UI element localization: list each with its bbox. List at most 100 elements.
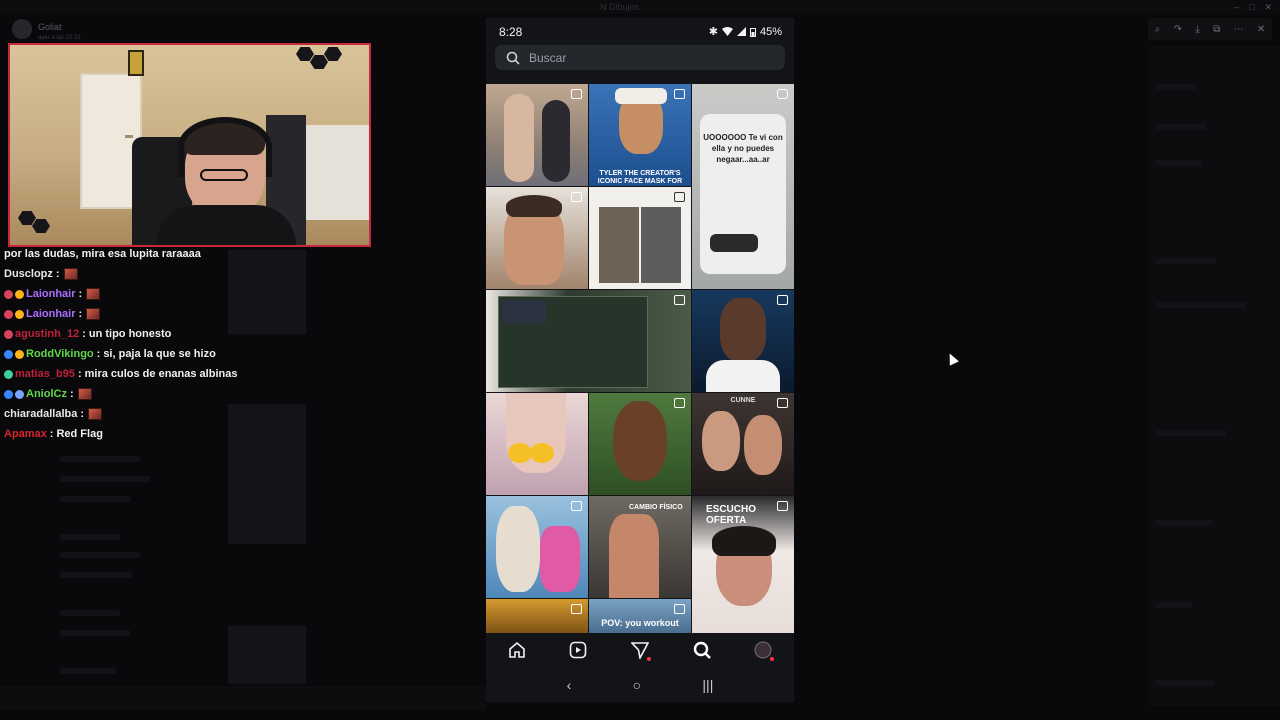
rotate-icon[interactable]: ↷ bbox=[1174, 24, 1182, 35]
chat-message: agustinh_12: un tipo honesto bbox=[4, 324, 334, 344]
multi-post-icon bbox=[571, 89, 582, 99]
explore-tile[interactable]: TYLER THE CREATOR'S ICONIC FACE MASK FOR… bbox=[589, 84, 691, 186]
minimize-icon[interactable]: – bbox=[1234, 2, 1239, 13]
reel-icon bbox=[777, 295, 788, 305]
chat-separator: : bbox=[77, 368, 82, 380]
chat-emote bbox=[63, 268, 78, 280]
download-icon[interactable]: ⤓ bbox=[1195, 24, 1199, 35]
bluetooth-icon: ✱ bbox=[708, 26, 718, 38]
chat-badge-icon[interactable] bbox=[15, 289, 24, 299]
battery-level: 45% bbox=[759, 25, 782, 38]
explore-tile[interactable] bbox=[486, 496, 588, 598]
explore-tile[interactable] bbox=[486, 187, 588, 289]
hex-decoration bbox=[18, 211, 36, 225]
explore-tile[interactable]: CAMBIO FÍSICO bbox=[589, 496, 691, 598]
explore-tile[interactable] bbox=[589, 393, 691, 495]
chat-username[interactable]: chiaradallalba bbox=[4, 408, 77, 420]
open-icon[interactable]: ⧉ bbox=[1213, 24, 1220, 35]
nav-direct[interactable] bbox=[627, 637, 653, 663]
nav-profile[interactable] bbox=[750, 637, 776, 663]
status-time: 8:28 bbox=[499, 25, 523, 39]
headset bbox=[178, 117, 272, 177]
notification-dot bbox=[770, 657, 775, 661]
hex-decoration bbox=[310, 55, 328, 69]
window-title: N Dibujos bbox=[600, 2, 640, 12]
explore-grid: TYLER THE CREATOR'S ICONIC FACE MASK FOR… bbox=[486, 84, 794, 633]
chat-badge-icon[interactable] bbox=[4, 309, 13, 319]
system-nav: ‹ ○ ||| bbox=[486, 668, 794, 702]
tile-caption: POV: you workout bbox=[601, 618, 679, 628]
maximize-icon[interactable]: □ bbox=[1249, 2, 1254, 13]
bottom-nav bbox=[486, 633, 794, 667]
back-icon[interactable]: ‹ bbox=[567, 677, 572, 693]
home-icon bbox=[508, 641, 525, 658]
explore-tile[interactable]: POV: you workout bbox=[589, 599, 691, 633]
chat-username[interactable]: Apamax bbox=[4, 428, 47, 440]
chat-badge-icon[interactable] bbox=[15, 389, 24, 399]
explore-tile[interactable]: CUNNE bbox=[692, 393, 794, 495]
chat-username[interactable]: AniolCz bbox=[26, 388, 67, 400]
home-button-icon[interactable]: ○ bbox=[633, 677, 641, 693]
chat-separator: : bbox=[69, 388, 74, 400]
tile-caption: TYLER THE CREATOR'S ICONIC FACE MASK FOR… bbox=[597, 170, 683, 185]
chat-username[interactable]: RoddVikingo bbox=[26, 348, 94, 360]
chat-badge-icon[interactable] bbox=[15, 349, 24, 359]
author-time: ayer a las 20:31 bbox=[38, 35, 81, 41]
chat-message: Apamax: Red Flag bbox=[4, 424, 334, 444]
chat-message: AniolCz: bbox=[4, 384, 334, 404]
chat-badge-icon[interactable] bbox=[4, 349, 13, 359]
signal-icon bbox=[736, 27, 746, 36]
close-window-icon[interactable]: ✕ bbox=[1264, 2, 1272, 13]
nav-reels[interactable] bbox=[565, 637, 591, 663]
chat-separator: : bbox=[78, 308, 83, 320]
chat-badge-icon[interactable] bbox=[4, 289, 13, 299]
chat-username[interactable]: Laionhair bbox=[26, 308, 76, 320]
reel-icon bbox=[777, 89, 788, 99]
chat-emote bbox=[88, 408, 103, 420]
multi-post-icon bbox=[674, 89, 685, 99]
tile-caption: CUNNE bbox=[730, 397, 756, 404]
search-bar[interactable] bbox=[495, 45, 785, 70]
chat-username[interactable]: agustinh_12 bbox=[15, 328, 79, 340]
close-icon[interactable]: ✕ bbox=[1257, 24, 1265, 35]
chat-emote bbox=[86, 288, 101, 300]
hex-decoration bbox=[296, 47, 314, 61]
explore-tile[interactable] bbox=[486, 599, 588, 633]
wall-picture bbox=[128, 50, 144, 76]
search-input[interactable] bbox=[529, 50, 769, 65]
direct-icon bbox=[630, 642, 649, 659]
glasses bbox=[200, 169, 248, 181]
phone-screen: 8:28 ✱ 45% Buscar TYLER THE CREATOR'S IC… bbox=[486, 18, 794, 702]
chat-username[interactable]: matias_b95 bbox=[15, 368, 75, 380]
chat-username[interactable]: Laionhair bbox=[26, 288, 76, 300]
nav-search[interactable] bbox=[689, 637, 715, 663]
explore-tile[interactable] bbox=[486, 84, 588, 186]
chat-badge-icon[interactable] bbox=[4, 389, 13, 399]
zoom-icon[interactable]: ⌕ bbox=[1155, 24, 1161, 35]
hex-decoration bbox=[324, 47, 342, 61]
chat-badge-icon[interactable] bbox=[4, 369, 13, 379]
chat-separator: : bbox=[49, 428, 54, 440]
chat-username[interactable]: Dusclopz bbox=[4, 268, 53, 280]
chat-badge-icon[interactable] bbox=[4, 329, 13, 339]
explore-tile[interactable] bbox=[486, 393, 588, 495]
chat-text: un tipo honesto bbox=[88, 328, 172, 340]
more-icon[interactable]: ⋯ bbox=[1234, 24, 1244, 35]
chat-separator: : bbox=[78, 288, 83, 300]
chat-badge-icon[interactable] bbox=[15, 309, 24, 319]
post-author: Goliat ayer a las 20:31 bbox=[12, 17, 81, 41]
chat-message: matias_b95: mira culos de enanas albinas bbox=[4, 364, 334, 384]
explore-tile[interactable] bbox=[589, 187, 691, 289]
tile-caption: UOOOOOO Te vi con ella y no puedes negaa… bbox=[703, 133, 783, 164]
chat-separator: : bbox=[82, 328, 86, 340]
nav-home[interactable] bbox=[504, 637, 530, 663]
explore-tile[interactable] bbox=[692, 290, 794, 392]
chat-message: Laionhair: bbox=[4, 284, 334, 304]
avatar[interactable] bbox=[12, 19, 32, 39]
explore-tile[interactable] bbox=[486, 290, 691, 392]
author-name[interactable]: Goliat bbox=[38, 22, 62, 32]
window-controls: – □ ✕ bbox=[1234, 2, 1272, 13]
explore-tile[interactable]: ESCUCHO OFERTA bbox=[692, 496, 794, 633]
explore-tile[interactable]: UOOOOOO Te vi con ella y no puedes negaa… bbox=[692, 84, 794, 289]
recents-icon[interactable]: ||| bbox=[702, 677, 713, 693]
